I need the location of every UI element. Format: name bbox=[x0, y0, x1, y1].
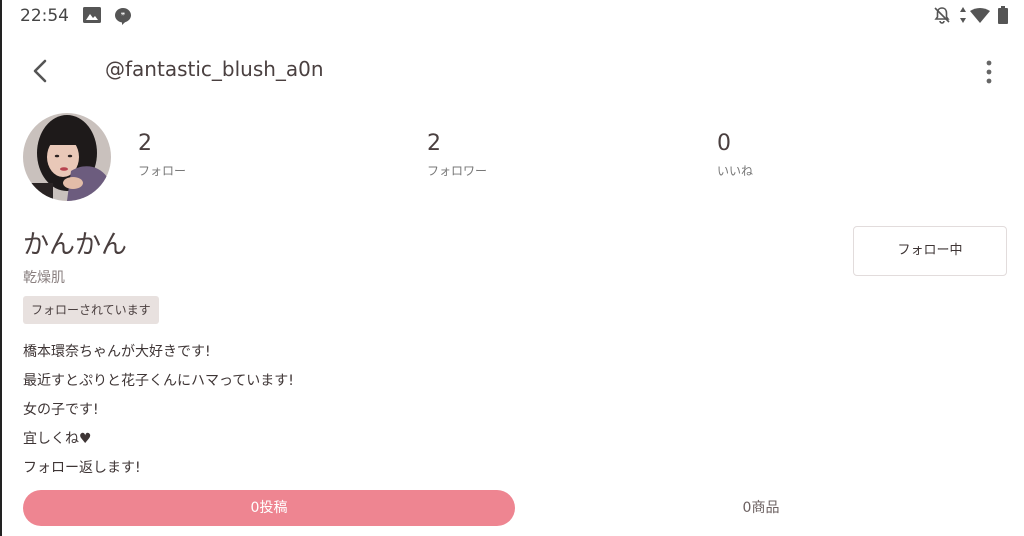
avatar[interactable] bbox=[23, 113, 111, 201]
stat-likes-label: いいね bbox=[717, 164, 754, 178]
bio-line: 女の子です! bbox=[23, 402, 99, 418]
skin-type: 乾燥肌 bbox=[23, 270, 65, 286]
stat-follow-label: フォロー bbox=[138, 164, 187, 178]
bell-off-icon bbox=[934, 7, 950, 24]
stat-likes[interactable]: 0 いいね bbox=[717, 131, 753, 179]
tab-items[interactable]: 0商品 bbox=[515, 490, 1007, 526]
status-time: 22:54 bbox=[20, 6, 69, 26]
battery-icon bbox=[998, 6, 1008, 24]
stat-follow-count: 2 bbox=[138, 131, 152, 156]
svg-text:❞: ❞ bbox=[121, 12, 125, 21]
stat-likes-count: 0 bbox=[717, 131, 731, 156]
stat-follower-count: 2 bbox=[427, 131, 441, 156]
stat-follower-label: フォロワー bbox=[427, 164, 488, 178]
wifi-icon bbox=[970, 8, 990, 23]
bio-line: 最近すとぷりと花子くんにハマっています! bbox=[23, 373, 294, 389]
chat-bubble-icon: ❞ bbox=[115, 8, 131, 25]
bio-line: 宜しくね♥ bbox=[23, 431, 92, 447]
following-button[interactable]: フォロー中 bbox=[853, 226, 1007, 276]
bio-line: 橋本環奈ちゃんが大好きです! bbox=[23, 344, 211, 360]
stat-follower[interactable]: 2 フォロワー bbox=[427, 131, 487, 179]
profile-screen: 22:54 ❞ @fantastic_blush_a0n 2 フォロー 2 フォ… bbox=[0, 0, 1024, 536]
tab-posts[interactable]: 0投稿 bbox=[23, 490, 515, 526]
follows-you-badge: フォローされています bbox=[23, 296, 159, 324]
more-vertical-icon[interactable] bbox=[978, 58, 1000, 86]
bio-line: フォロー返します! bbox=[23, 460, 141, 476]
chevron-left-icon[interactable] bbox=[26, 56, 56, 86]
bio: 橋本環奈ちゃんが大好きです! 最近すとぷりと花子くんにハマっています! 女の子で… bbox=[23, 340, 294, 485]
status-bar: 22:54 ❞ bbox=[2, 0, 1024, 32]
stat-follow[interactable]: 2 フォロー bbox=[138, 131, 186, 179]
page-title: @fantastic_blush_a0n bbox=[105, 57, 324, 81]
display-name: かんかん bbox=[23, 230, 128, 260]
image-icon bbox=[83, 7, 101, 23]
data-arrows-icon bbox=[960, 7, 966, 23]
